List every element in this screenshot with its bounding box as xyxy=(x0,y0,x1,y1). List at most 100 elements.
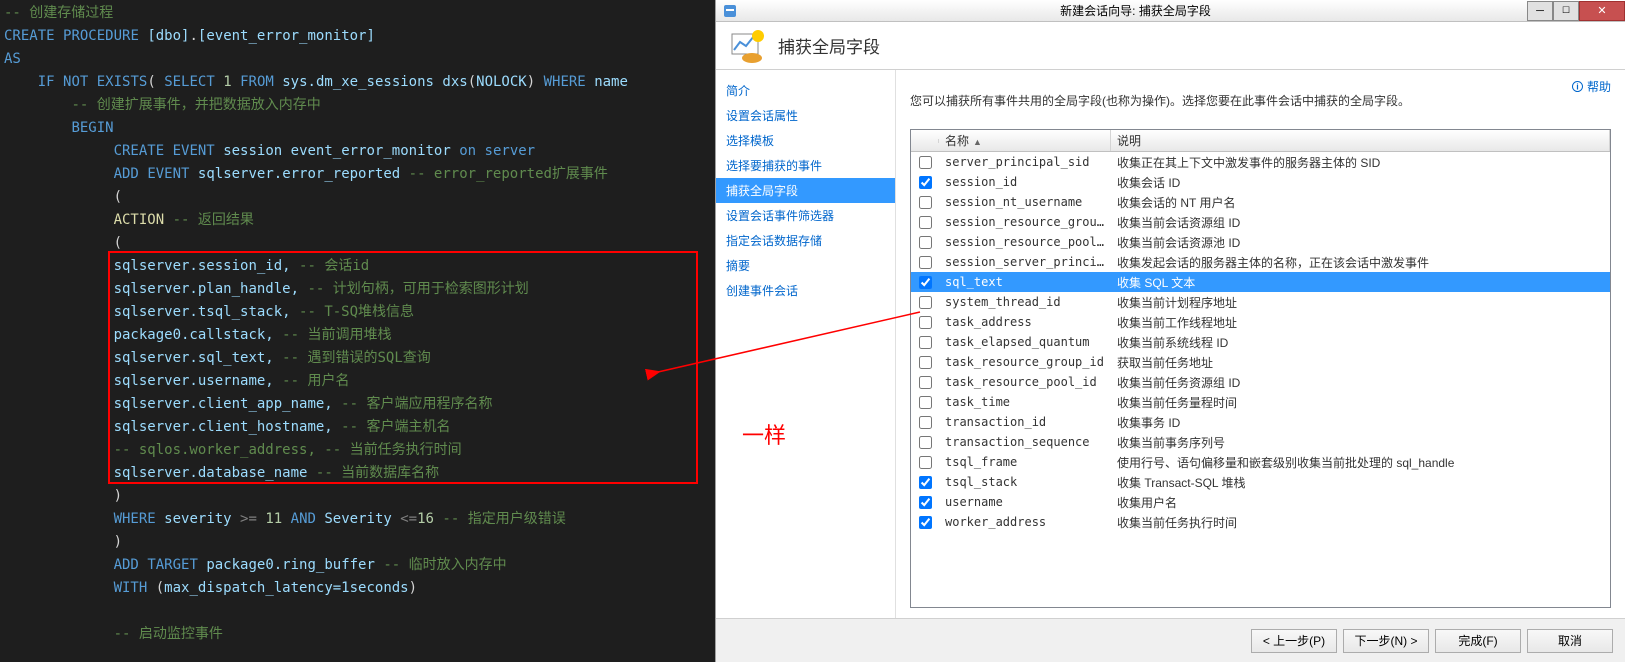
grid-name-cell: tsql_frame xyxy=(939,455,1111,469)
field-checkbox[interactable] xyxy=(919,316,932,329)
grid-checkbox-cell xyxy=(911,276,939,289)
field-checkbox[interactable] xyxy=(919,236,932,249)
finish-button[interactable]: 完成(F) xyxy=(1435,629,1521,653)
sidebar-item[interactable]: 选择模板 xyxy=(716,128,895,153)
grid-checkbox-cell xyxy=(911,316,939,329)
titlebar[interactable]: 新建会话向导: 捕获全局字段 xyxy=(716,0,1625,22)
next-button[interactable]: 下一步(N) > xyxy=(1343,629,1429,653)
grid-desc-cell: 收集事务 ID xyxy=(1111,414,1610,431)
wizard-window: 新建会话向导: 捕获全局字段 捕获全局字段 简介设置会话属性选择模板选择要捕获的… xyxy=(715,0,1625,662)
field-checkbox[interactable] xyxy=(919,476,932,489)
field-checkbox[interactable] xyxy=(919,256,932,269)
minimize-button[interactable] xyxy=(1527,1,1553,21)
maximize-button[interactable] xyxy=(1553,1,1579,21)
grid-name-cell: session_resource_grou... xyxy=(939,215,1111,229)
grid-name-cell: sql_text xyxy=(939,275,1111,289)
grid-checkbox-cell xyxy=(911,296,939,309)
grid-name-cell: task_resource_group_id xyxy=(939,355,1111,369)
field-checkbox[interactable] xyxy=(919,416,932,429)
prev-button[interactable]: < 上一步(P) xyxy=(1251,629,1337,653)
field-checkbox[interactable] xyxy=(919,456,932,469)
field-checkbox[interactable] xyxy=(919,516,932,529)
grid-name-cell: transaction_sequence xyxy=(939,435,1111,449)
checkbox-column-header[interactable] xyxy=(911,139,939,143)
grid-row[interactable]: tsql_stack收集 Transact-SQL 堆栈 xyxy=(911,472,1610,492)
grid-row[interactable]: task_address收集当前工作线程地址 xyxy=(911,312,1610,332)
field-checkbox[interactable] xyxy=(919,276,932,289)
name-column-header[interactable]: 名称▲ xyxy=(939,130,1111,151)
grid-row[interactable]: session_server_princi...收集发起会话的服务器主体的名称，… xyxy=(911,252,1610,272)
grid-row[interactable]: session_id收集会话 ID xyxy=(911,172,1610,192)
fields-grid[interactable]: 名称▲ 说明 server_principal_sid收集正在其上下文中激发事件… xyxy=(910,129,1611,608)
grid-name-cell: session_server_princi... xyxy=(939,255,1111,269)
sidebar-item[interactable]: 设置会话属性 xyxy=(716,103,895,128)
grid-row[interactable]: server_principal_sid收集正在其上下文中激发事件的服务器主体的… xyxy=(911,152,1610,172)
grid-name-cell: username xyxy=(939,495,1111,509)
window-icon xyxy=(722,3,738,19)
grid-checkbox-cell xyxy=(911,336,939,349)
wizard-header: 捕获全局字段 xyxy=(716,22,1625,70)
grid-desc-cell: 收集当前事务序列号 xyxy=(1111,434,1610,451)
field-checkbox[interactable] xyxy=(919,436,932,449)
grid-desc-cell: 收集当前工作线程地址 xyxy=(1111,314,1610,331)
grid-desc-cell: 收集用户名 xyxy=(1111,494,1610,511)
sidebar-item[interactable]: 设置会话事件筛选器 xyxy=(716,203,895,228)
sidebar-item[interactable]: 摘要 xyxy=(716,253,895,278)
grid-name-cell: task_elapsed_quantum xyxy=(939,335,1111,349)
sidebar-item[interactable]: 捕获全局字段 xyxy=(716,178,895,203)
grid-row[interactable]: session_resource_grou...收集当前会话资源组 ID xyxy=(911,212,1610,232)
field-checkbox[interactable] xyxy=(919,356,932,369)
grid-desc-cell: 收集当前任务量程时间 xyxy=(1111,394,1610,411)
grid-row[interactable]: session_nt_username收集会话的 NT 用户名 xyxy=(911,192,1610,212)
grid-desc-cell: 收集发起会话的服务器主体的名称，正在该会话中激发事件 xyxy=(1111,254,1610,271)
grid-checkbox-cell xyxy=(911,496,939,509)
sidebar-item[interactable]: 创建事件会话 xyxy=(716,278,895,303)
field-checkbox[interactable] xyxy=(919,176,932,189)
grid-row[interactable]: sql_text收集 SQL 文本 xyxy=(911,272,1610,292)
grid-row[interactable]: transaction_id收集事务 ID xyxy=(911,412,1610,432)
grid-row[interactable]: username收集用户名 xyxy=(911,492,1610,512)
help-link[interactable]: 帮助 xyxy=(1571,78,1611,99)
grid-desc-cell: 收集当前任务资源组 ID xyxy=(1111,374,1610,391)
desc-column-header[interactable]: 说明 xyxy=(1111,130,1610,151)
grid-checkbox-cell xyxy=(911,216,939,229)
grid-row[interactable]: transaction_sequence收集当前事务序列号 xyxy=(911,432,1610,452)
field-checkbox[interactable] xyxy=(919,296,932,309)
grid-row[interactable]: task_time收集当前任务量程时间 xyxy=(911,392,1610,412)
grid-desc-cell: 获取当前任务地址 xyxy=(1111,354,1610,371)
grid-desc-cell: 收集正在其上下文中激发事件的服务器主体的 SID xyxy=(1111,154,1610,171)
sidebar-item[interactable]: 简介 xyxy=(716,78,895,103)
wizard-title: 捕获全局字段 xyxy=(778,33,880,58)
grid-desc-cell: 收集会话的 NT 用户名 xyxy=(1111,194,1610,211)
grid-row[interactable]: system_thread_id收集当前计划程序地址 xyxy=(911,292,1610,312)
comment-line: -- 创建存储过程 xyxy=(4,5,113,21)
field-checkbox[interactable] xyxy=(919,376,932,389)
grid-checkbox-cell xyxy=(911,356,939,369)
field-checkbox[interactable] xyxy=(919,156,932,169)
field-checkbox[interactable] xyxy=(919,216,932,229)
grid-row[interactable]: task_resource_group_id获取当前任务地址 xyxy=(911,352,1610,372)
field-checkbox[interactable] xyxy=(919,496,932,509)
code-editor: -- 创建存储过程 CREATE PROCEDURE [dbo].[event_… xyxy=(0,0,715,662)
grid-checkbox-cell xyxy=(911,176,939,189)
grid-desc-cell: 收集当前会话资源组 ID xyxy=(1111,214,1610,231)
grid-row[interactable]: task_resource_pool_id收集当前任务资源组 ID xyxy=(911,372,1610,392)
grid-row[interactable]: session_resource_pool_id收集当前会话资源池 ID xyxy=(911,232,1610,252)
sidebar-item[interactable]: 选择要捕获的事件 xyxy=(716,153,895,178)
sidebar-item[interactable]: 指定会话数据存储 xyxy=(716,228,895,253)
grid-row[interactable]: task_elapsed_quantum收集当前系统线程 ID xyxy=(911,332,1610,352)
field-checkbox[interactable] xyxy=(919,336,932,349)
close-button[interactable] xyxy=(1579,1,1625,21)
grid-name-cell: system_thread_id xyxy=(939,295,1111,309)
grid-desc-cell: 收集当前任务执行时间 xyxy=(1111,514,1610,531)
field-checkbox[interactable] xyxy=(919,396,932,409)
grid-checkbox-cell xyxy=(911,516,939,529)
instruction-text: 您可以捕获所有事件共用的全局字段(也称为操作)。选择您要在此事件会话中捕获的全局… xyxy=(910,92,1611,109)
field-checkbox[interactable] xyxy=(919,196,932,209)
grid-row[interactable]: worker_address收集当前任务执行时间 xyxy=(911,512,1610,532)
sort-icon: ▲ xyxy=(973,137,982,147)
grid-name-cell: task_time xyxy=(939,395,1111,409)
grid-name-cell: server_principal_sid xyxy=(939,155,1111,169)
cancel-button[interactable]: 取消 xyxy=(1527,629,1613,653)
grid-row[interactable]: tsql_frame使用行号、语句偏移量和嵌套级别收集当前批处理的 sql_ha… xyxy=(911,452,1610,472)
